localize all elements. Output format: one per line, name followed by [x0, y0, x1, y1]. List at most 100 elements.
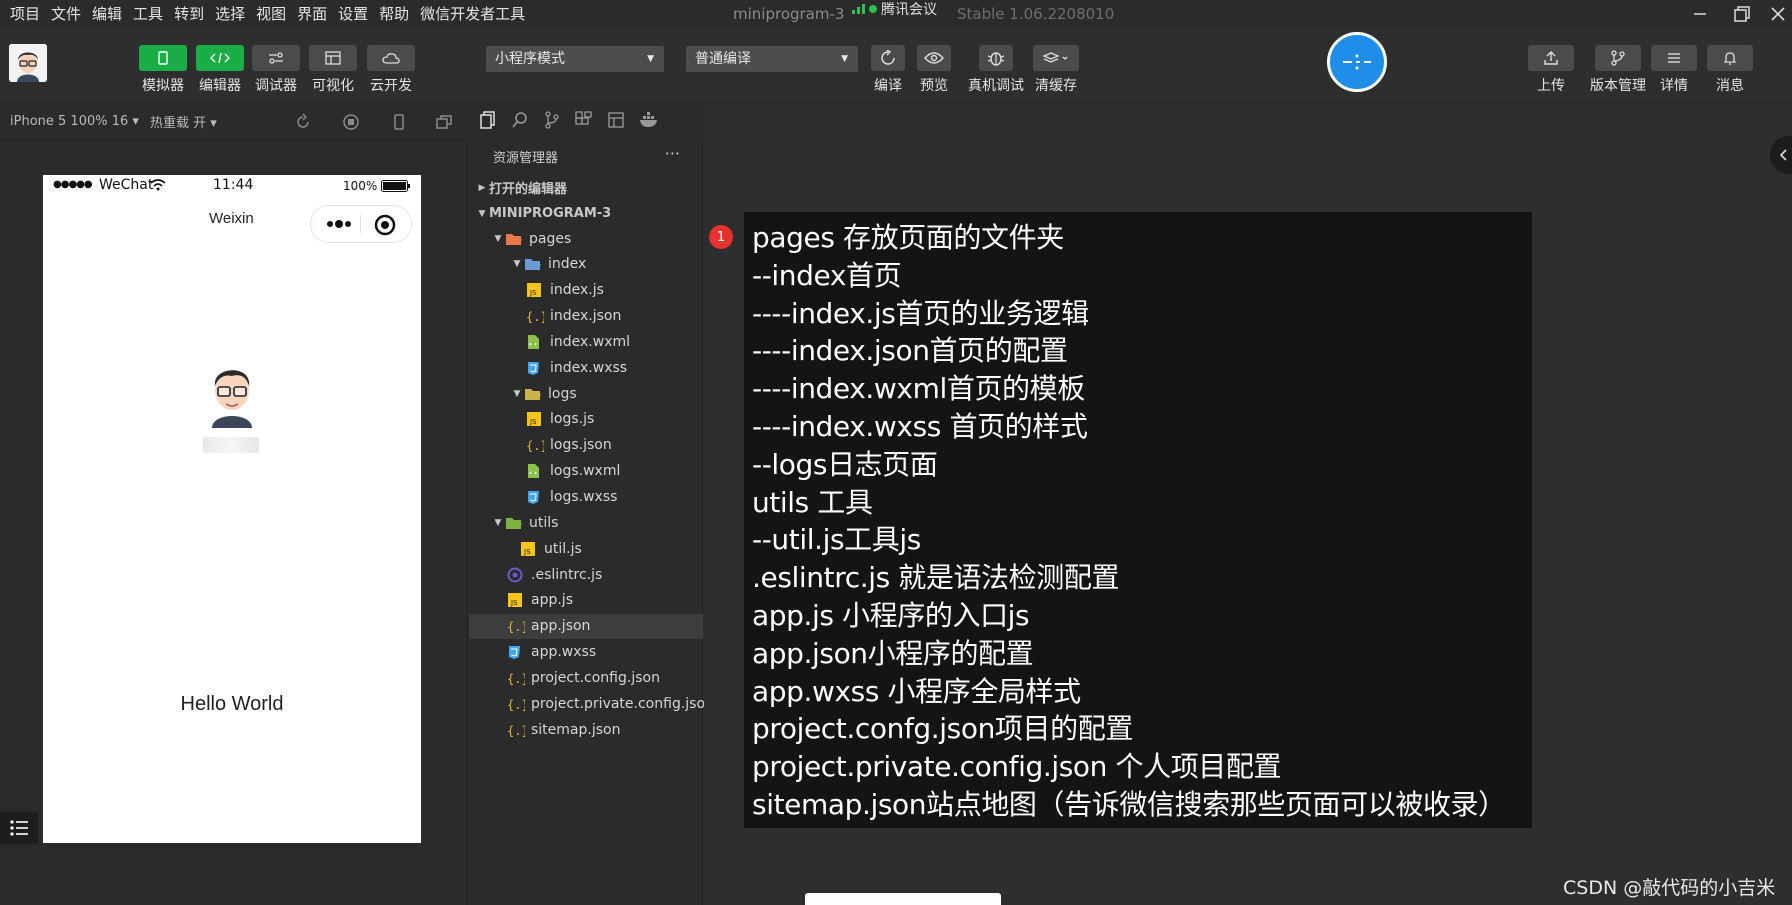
stop-icon[interactable] — [342, 113, 360, 135]
menu-item[interactable]: 工具 — [133, 3, 163, 24]
tool-layers-button[interactable]: 清缓存 — [1033, 45, 1079, 95]
docker-icon[interactable] — [639, 111, 661, 133]
menu-item[interactable]: 视图 — [256, 3, 286, 24]
nav-title: Weixin — [209, 210, 254, 227]
tree-file[interactable]: {.} index.json — [469, 304, 703, 329]
bug-icon — [979, 45, 1013, 71]
tree-folder[interactable]: ▼ utils — [469, 510, 703, 535]
close-capsule-icon[interactable] — [373, 213, 397, 241]
tool-layout-button[interactable]: 可视化 — [309, 45, 357, 95]
tool-bug-button[interactable]: 真机调试 — [968, 45, 1024, 95]
recording-dot-icon — [869, 5, 877, 13]
menu-item[interactable]: 微信开发者工具 — [420, 3, 525, 24]
tool-bell-button[interactable]: 消息 — [1707, 45, 1753, 95]
notes-overlay: pages 存放页面的文件夹 --index首页 ----index.js首页的业务… — [744, 212, 1532, 828]
battery-icon — [381, 180, 411, 196]
meeting-indicator[interactable]: 腾讯会议 — [852, 0, 937, 19]
collapse-sidebar-icon[interactable] — [1770, 136, 1792, 174]
device-select[interactable]: iPhone 5 100% 16 ▾ — [10, 114, 139, 129]
menu-item[interactable]: 设置 — [338, 3, 368, 24]
chevron-down-icon: ▼ — [478, 208, 486, 219]
search-icon[interactable] — [511, 111, 529, 133]
tool-debug-button[interactable]: 调试器 — [252, 45, 300, 95]
tool-phone-button[interactable]: 模拟器 — [139, 45, 187, 95]
user-avatar[interactable] — [9, 44, 47, 82]
project-section[interactable]: ▼ MINIPROGRAM-3 — [469, 201, 703, 226]
file-explorer: 资源管理器 ··· ▶ 打开的编辑器 ▼ MINIPROGRAM-3 ▼ page… — [469, 140, 714, 905]
tree-file[interactable]: JS logs.js — [469, 407, 703, 432]
tree-file[interactable]: JS util.js — [469, 536, 703, 561]
tree-file[interactable]: index.wxss — [469, 355, 703, 380]
tree-file[interactable]: app.wxss — [469, 640, 703, 665]
tool-label: 真机调试 — [968, 78, 1024, 94]
tool-label: 模拟器 — [142, 78, 184, 94]
tree-file[interactable]: {.} app.json — [469, 613, 703, 639]
device-frame-icon[interactable] — [390, 113, 408, 135]
mode-select[interactable]: 小程序模式 ▼ — [486, 46, 664, 72]
editor-area[interactable]: 在打开的文件之间切换Ctrl+1 ~ 9在文件中查找Ctrl+Shift+F切换… — [704, 104, 1792, 905]
compile-select[interactable]: 普通编译 ▼ — [686, 46, 858, 72]
tool-upload-button[interactable]: 上传 — [1528, 45, 1574, 95]
tree-file[interactable]: JS app.js — [469, 588, 703, 613]
source-control-icon[interactable] — [543, 111, 561, 133]
tree-file[interactable]: {.} sitemap.json — [469, 717, 703, 742]
branch-icon — [1595, 45, 1641, 71]
menu-icon — [1651, 45, 1697, 71]
phone-screen[interactable]: ●●●●● WeChat 11:44 100% Weixin Hello Wor… — [43, 175, 421, 843]
detach-window-icon[interactable] — [435, 113, 453, 135]
folder-open-icon — [524, 386, 542, 402]
tree-label: logs.js — [550, 411, 595, 428]
tool-branch-button[interactable]: 版本管理 — [1590, 45, 1646, 95]
menu-item[interactable]: 帮助 — [379, 3, 409, 24]
extensions-icon[interactable] — [575, 111, 593, 133]
menu-item[interactable]: 编辑 — [92, 3, 122, 24]
menu-item[interactable]: 界面 — [297, 3, 327, 24]
tree-file[interactable]: JS index.js — [469, 278, 703, 303]
tree-label: pages — [529, 230, 572, 247]
refresh-icon — [871, 45, 905, 71]
tree-file[interactable]: {.} logs.json — [469, 433, 703, 458]
chevron-down-icon: ▼ — [841, 54, 848, 64]
menu-capsule[interactable] — [310, 205, 412, 243]
tool-eye-button[interactable]: 预览 — [917, 45, 951, 95]
tree-file[interactable]: {.} project.private.config.json — [469, 691, 714, 716]
restore-icon[interactable] — [1722, 0, 1762, 27]
tree-file[interactable]: index.wxml — [469, 329, 703, 354]
tree-label: app.wxss — [531, 644, 597, 661]
tree-folder[interactable]: ▼ logs — [469, 381, 703, 406]
tree-file[interactable]: .eslintrc.js — [469, 562, 703, 587]
menu-item[interactable]: 项目 — [10, 3, 40, 24]
tree-file[interactable]: logs.wxml — [469, 459, 703, 484]
tree-folder[interactable]: ▼ index — [469, 252, 703, 277]
window-title: miniprogram-3 — [733, 5, 845, 23]
open-editors-section[interactable]: ▶ 打开的编辑器 — [469, 175, 703, 200]
tree-file[interactable]: logs.wxss — [469, 485, 703, 510]
menu-item[interactable]: 文件 — [51, 3, 81, 24]
outline-icon[interactable] — [607, 111, 625, 133]
tool-refresh-button[interactable]: 编译 — [871, 45, 905, 95]
rotate-icon[interactable] — [294, 113, 312, 135]
js-file-icon: JS — [526, 282, 544, 298]
json-file-icon: {.} — [507, 696, 529, 712]
bottom-panel-tab[interactable] — [805, 893, 1001, 905]
tool-menu-button[interactable]: 详情 — [1651, 45, 1697, 95]
tool-label: 清缓存 — [1035, 78, 1077, 94]
tree-label: project.private.config.json — [531, 695, 714, 712]
menu-item[interactable]: 选择 — [215, 3, 245, 24]
tool-cloud-button[interactable]: 云开发 — [367, 45, 415, 95]
explorer-title: 资源管理器 — [493, 150, 559, 166]
hot-reload-toggle[interactable]: 热重载 开 ▾ — [150, 112, 217, 131]
layout-icon — [309, 45, 357, 71]
floating-assistant-icon[interactable] — [1327, 32, 1387, 92]
close-icon[interactable] — [1764, 0, 1792, 27]
files-icon[interactable] — [479, 111, 497, 133]
minimize-icon[interactable] — [1680, 0, 1720, 27]
more-dots-icon[interactable] — [324, 214, 354, 238]
tool-code-button[interactable]: 编辑器 — [196, 45, 244, 95]
menu-item[interactable]: 转到 — [174, 3, 204, 24]
page-list-icon[interactable] — [0, 812, 38, 844]
tree-file[interactable]: {.} project.config.json — [469, 665, 703, 690]
more-options-icon[interactable]: ··· — [665, 144, 680, 163]
tree-folder[interactable]: ▼ pages — [469, 226, 703, 251]
note-line: ----index.wxml首页的模板 — [752, 372, 1085, 406]
